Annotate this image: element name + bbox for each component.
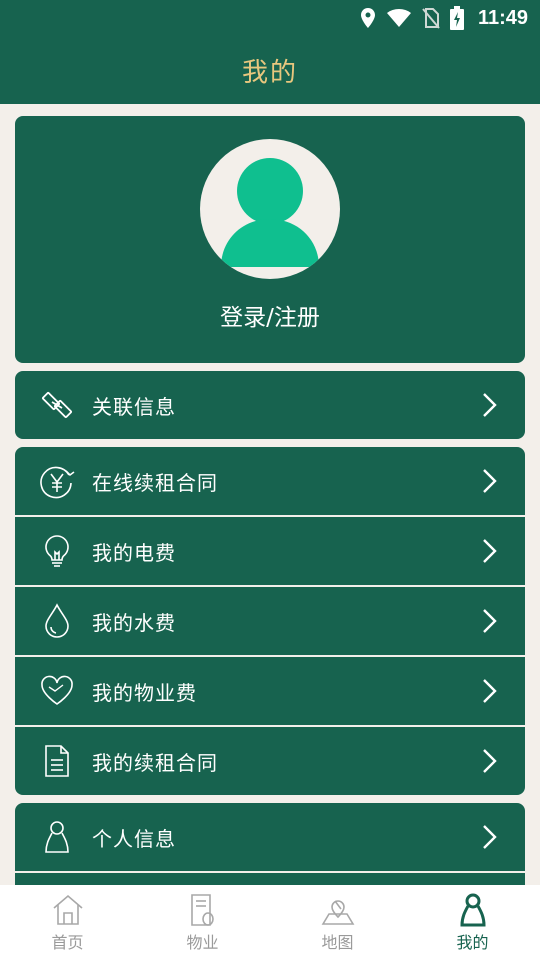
page-title: 我的	[241, 57, 298, 88]
menu-item-online-renewal[interactable]: 在线续租合同	[15, 447, 525, 515]
tab-property[interactable]: 物业	[135, 885, 270, 960]
no-sim-icon	[422, 8, 440, 29]
tab-home[interactable]: 首页	[0, 885, 135, 960]
chevron-right-icon	[483, 539, 497, 563]
status-bar: 11:49	[0, 0, 540, 36]
menu-group-fees: 在线续租合同 我的电费 我的水费 我的物业费 我的续租合同	[15, 447, 525, 795]
profile-card[interactable]: 登录/注册	[15, 116, 525, 363]
tab-mine[interactable]: 我的	[405, 885, 540, 960]
map-icon	[321, 899, 354, 925]
menu-item-property-fee[interactable]: 我的物业费	[15, 655, 525, 725]
person-icon	[45, 821, 69, 853]
wifi-icon	[386, 8, 411, 27]
menu-item-partial[interactable]	[15, 871, 525, 885]
chevron-right-icon	[483, 393, 497, 417]
document-icon	[45, 745, 69, 777]
tab-map[interactable]: 地图	[270, 885, 405, 960]
menu-item-personal-info[interactable]: 个人信息	[15, 803, 525, 871]
menu-item-label: 我的续租合同	[92, 750, 218, 775]
menu-item-label: 在线续租合同	[92, 470, 218, 495]
chevron-right-icon	[483, 825, 497, 849]
lightbulb-icon	[45, 535, 69, 567]
tab-label: 首页	[51, 932, 84, 952]
menu-group-personal: 个人信息	[15, 803, 525, 885]
tab-label: 物业	[186, 932, 219, 952]
heart-icon	[41, 675, 73, 705]
bottom-nav: 首页 物业 地图 我的	[0, 885, 540, 960]
yuan-renew-icon	[40, 466, 75, 499]
chevron-right-icon	[483, 749, 497, 773]
property-icon	[190, 893, 214, 926]
status-time: 11:49	[477, 6, 528, 29]
chevron-right-icon	[483, 609, 497, 633]
default-avatar-icon	[221, 158, 319, 267]
home-icon	[52, 894, 83, 925]
chevron-right-icon	[483, 469, 497, 493]
menu-item-my-renewal-contract[interactable]: 我的续租合同	[15, 725, 525, 795]
login-register-link[interactable]: 登录/注册	[15, 298, 525, 332]
menu-item-label: 我的电费	[92, 540, 176, 565]
menu-item-water[interactable]: 我的水费	[15, 585, 525, 655]
water-drop-icon	[45, 603, 69, 638]
menu-group-link: 关联信息	[15, 371, 525, 439]
menu-item-linked-info[interactable]: 关联信息	[15, 371, 525, 439]
avatar[interactable]	[200, 139, 340, 279]
menu-item-label: 关联信息	[92, 394, 176, 419]
app-bar: 我的	[0, 36, 540, 104]
link-icon	[42, 392, 72, 418]
menu-item-label: 我的水费	[92, 610, 176, 635]
main-content[interactable]: 登录/注册 关联信息 在线续租合同 我的电费 我的水费 我的物业费 我的续租合同…	[0, 104, 540, 885]
battery-charging-icon	[449, 6, 464, 30]
tab-label: 我的	[456, 932, 489, 952]
menu-item-label: 我的物业费	[92, 680, 197, 705]
chevron-right-icon	[483, 679, 497, 703]
location-icon	[360, 8, 375, 28]
menu-item-electricity[interactable]: 我的电费	[15, 515, 525, 585]
tab-label: 地图	[321, 932, 354, 952]
profile-icon	[459, 893, 486, 926]
menu-item-label: 个人信息	[92, 826, 176, 851]
